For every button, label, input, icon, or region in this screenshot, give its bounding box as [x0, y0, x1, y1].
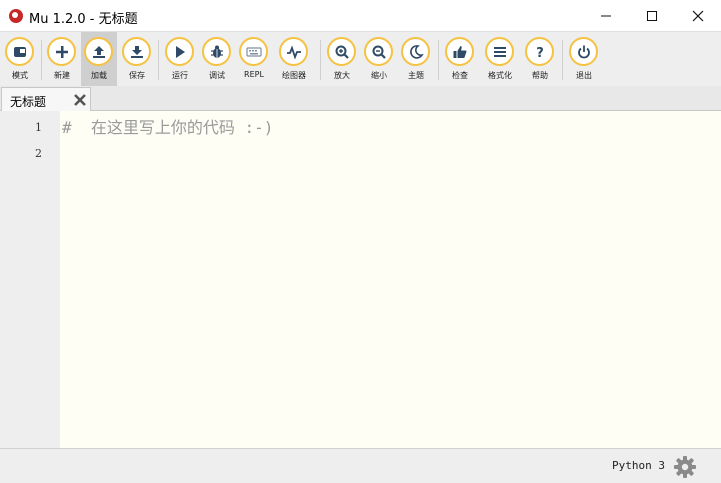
pulse-icon [286, 44, 301, 60]
minimize-button[interactable] [583, 0, 629, 32]
repl-button[interactable]: REPL [236, 32, 272, 86]
bug-icon [210, 45, 223, 58]
mu-logo-icon [9, 9, 23, 23]
zoom-out-icon [372, 45, 386, 59]
quit-label: 退出 [576, 71, 592, 80]
theme-label: 主题 [408, 71, 424, 80]
check-button[interactable]: 检查 [442, 32, 478, 86]
status-bar: Python 3 [0, 448, 721, 483]
load-button[interactable]: 加载 [81, 32, 117, 86]
line-number: 2 [35, 147, 42, 160]
line-number: 1 [35, 121, 42, 134]
tab-bar: 无标题 [0, 86, 721, 111]
question-icon: ? [536, 46, 544, 60]
line-number-gutter: 1 2 [0, 111, 60, 448]
help-button[interactable]: ? 帮助 [522, 32, 558, 86]
code-line-comment[interactable]: # 在这里写上你的代码 :-) [62, 114, 273, 138]
tab-untitled[interactable]: 无标题 [1, 87, 91, 111]
svg-text:?: ? [536, 46, 544, 60]
upload-icon [92, 45, 105, 58]
plotter-button[interactable]: 绘图器 [276, 32, 312, 86]
close-icon [692, 10, 704, 22]
play-icon [175, 45, 185, 58]
help-label: 帮助 [532, 71, 548, 80]
power-icon [577, 45, 590, 58]
zoom-in-icon [335, 45, 349, 59]
minimize-icon [601, 15, 611, 17]
gear-icon[interactable] [673, 455, 697, 479]
close-button[interactable] [675, 0, 721, 32]
quit-button[interactable]: 退出 [566, 32, 602, 86]
maximize-icon [647, 11, 657, 21]
tab-close-icon[interactable] [73, 93, 87, 107]
plus-icon [55, 45, 68, 58]
toolbar: 模式 新建 加载 保存 运行 调试 REPL 绘图器 放大 缩小 主题 检查 格… [0, 32, 721, 86]
save-label: 保存 [129, 71, 145, 80]
align-icon [493, 46, 506, 57]
maximize-button[interactable] [629, 0, 675, 32]
plotter-label: 绘图器 [282, 71, 306, 80]
format-button[interactable]: 格式化 [482, 32, 518, 86]
thumbs-up-icon [453, 45, 467, 58]
tab-label: 无标题 [10, 95, 47, 109]
title-bar: Mu 1.2.0 - 无标题 [0, 0, 721, 32]
save-button[interactable]: 保存 [119, 32, 155, 86]
window-title: Mu 1.2.0 - 无标题 [29, 12, 138, 27]
theme-button[interactable]: 主题 [398, 32, 434, 86]
mode-button[interactable]: 模式 [2, 32, 38, 86]
keyboard-icon [245, 46, 262, 57]
mode-icon [13, 46, 26, 57]
mode-indicator: Python 3 [612, 459, 665, 472]
code-editor[interactable]: 1 2 # 在这里写上你的代码 :-) [0, 111, 721, 448]
moon-icon [409, 44, 424, 59]
download-icon [130, 45, 143, 58]
